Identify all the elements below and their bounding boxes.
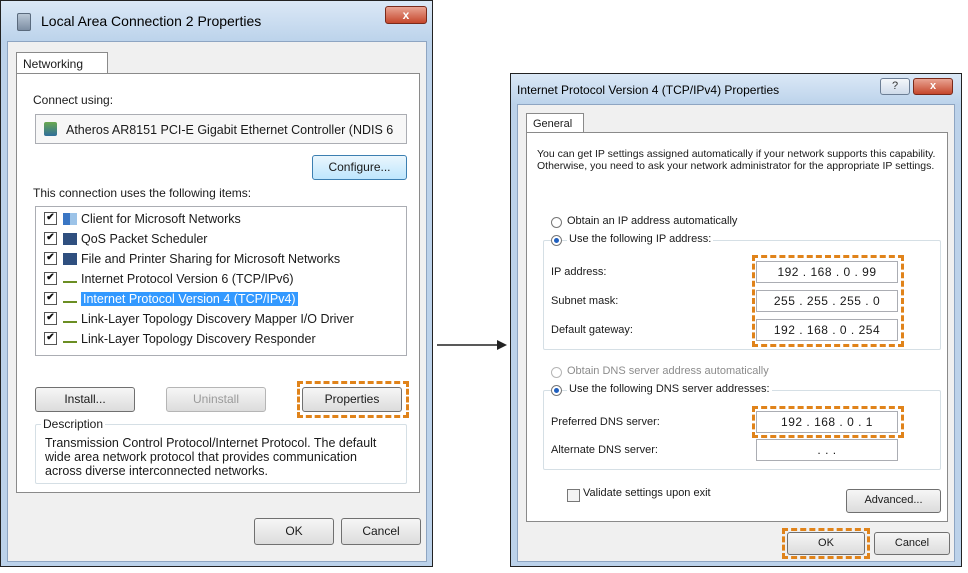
close-icon: x (929, 80, 937, 92)
tab-general[interactable]: General (526, 113, 584, 133)
protocol-icon (63, 275, 77, 283)
uninstall-button-label: Uninstall (192, 392, 240, 406)
arrow-right-icon (437, 340, 507, 350)
connect-using-label: Connect using: (33, 93, 114, 107)
list-item-client-ms-networks[interactable]: ✔ Client for Microsoft Networks (44, 212, 241, 231)
components-list[interactable]: ✔ Client for Microsoft Networks ✔ QoS Pack… (35, 206, 407, 356)
validate-label: Validate settings upon exit (583, 487, 711, 499)
alternate-dns-label: Alternate DNS server: (551, 444, 658, 456)
printer-icon (63, 232, 77, 245)
ip-address-input[interactable]: 192 . 168 . 0 . 99 (756, 261, 898, 283)
left-cancel-button[interactable]: Cancel (341, 518, 421, 545)
local-area-connection-properties-dialog: Local Area Connection 2 Properties x Net… (0, 0, 433, 567)
tab-general-label: General (533, 118, 573, 130)
use-ip-label: Use the following IP address: (567, 233, 714, 245)
list-item-label: File and Printer Sharing for Microsoft N… (81, 252, 341, 266)
left-cancel-button-label: Cancel (362, 524, 400, 538)
list-item-label: Client for Microsoft Networks (81, 212, 241, 226)
checkbox-lltd-responder[interactable]: ✔ (44, 332, 57, 346)
list-item-ipv4[interactable]: ✔ Internet Protocol Version 4 (TCP/IPv4) (44, 292, 298, 311)
items-label: This connection uses the following items… (33, 186, 252, 200)
left-ok-button[interactable]: OK (254, 518, 334, 545)
checkbox-ipv4[interactable]: ✔ (44, 292, 57, 306)
preferred-dns-label: Preferred DNS server: (551, 416, 660, 428)
left-ok-button-label: OK (285, 524, 303, 538)
properties-button[interactable]: Properties (302, 387, 402, 412)
left-dialog-title: Local Area Connection 2 Properties (41, 13, 262, 29)
configure-button-label: Configure... (328, 160, 391, 174)
obtain-ip-auto-radio[interactable] (551, 217, 562, 228)
adapter-name: Atheros AR8151 PCI-E Gigabit Ethernet Co… (66, 123, 394, 137)
preferred-dns-input[interactable]: 192 . 168 . 0 . 1 (756, 411, 898, 433)
general-panel: You can get IP settings assigned automat… (526, 132, 948, 522)
close-icon: x (402, 8, 410, 22)
list-item-qos-scheduler[interactable]: ✔ QoS Packet Scheduler (44, 232, 207, 251)
tab-networking-label: Networking (23, 57, 84, 71)
checkbox-lltd-mapper[interactable]: ✔ (44, 312, 57, 326)
right-cancel-button-label: Cancel (894, 537, 930, 549)
checkbox-qos-scheduler[interactable]: ✔ (44, 232, 57, 246)
right-client-area: General You can get IP settings assigned… (517, 104, 955, 562)
obtain-dns-auto-radio[interactable] (551, 367, 562, 378)
description-label: Description (41, 417, 106, 431)
install-button[interactable]: Install... (35, 387, 135, 412)
intro-text: You can get IP settings assigned automat… (537, 148, 936, 172)
network-adapter-icon (17, 13, 31, 31)
alternate-dns-input[interactable]: . . . (756, 439, 898, 461)
advanced-button-label: Advanced... (864, 494, 923, 506)
right-ok-button[interactable]: OK (787, 532, 865, 555)
use-ip-radio[interactable] (551, 235, 562, 246)
list-item-ipv6[interactable]: ✔ Internet Protocol Version 6 (TCP/IPv6) (44, 272, 294, 291)
protocol-icon (63, 335, 77, 343)
subnet-mask-input[interactable]: 255 . 255 . 255 . 0 (756, 290, 898, 312)
right-title-bar[interactable]: Internet Protocol Version 4 (TCP/IPv4) P… (511, 74, 961, 104)
right-ok-button-label: OK (818, 537, 834, 549)
ipv4-properties-dialog: Internet Protocol Version 4 (TCP/IPv4) P… (510, 73, 962, 567)
list-item-label: Link-Layer Topology Discovery Responder (81, 332, 316, 346)
checkbox-file-printer-sharing[interactable]: ✔ (44, 252, 57, 266)
list-item-label: QoS Packet Scheduler (81, 232, 208, 246)
properties-button-label: Properties (324, 392, 380, 406)
checkbox-ipv6[interactable]: ✔ (44, 272, 57, 286)
adapter-field: Atheros AR8151 PCI-E Gigabit Ethernet Co… (35, 114, 407, 144)
default-gateway-label: Default gateway: (551, 324, 633, 336)
list-item-lltd-responder[interactable]: ✔ Link-Layer Topology Discovery Responder (44, 332, 316, 351)
validate-checkbox[interactable] (567, 489, 580, 502)
uninstall-button[interactable]: Uninstall (166, 387, 266, 412)
advanced-button[interactable]: Advanced... (846, 489, 941, 513)
tab-networking[interactable]: Networking (16, 52, 108, 74)
help-icon: ? (891, 80, 899, 92)
use-dns-label: Use the following DNS server addresses: (567, 383, 772, 395)
right-dialog-title: Internet Protocol Version 4 (TCP/IPv4) P… (517, 83, 780, 97)
left-title-bar[interactable]: Local Area Connection 2 Properties x (1, 1, 432, 41)
configure-button[interactable]: Configure... (312, 155, 407, 180)
description-text: Transmission Control Protocol/Internet P… (45, 436, 377, 478)
printer-icon (63, 252, 77, 265)
adapter-icon (44, 122, 57, 136)
protocol-icon (63, 315, 77, 323)
ip-address-label: IP address: (551, 266, 607, 278)
networking-panel: Connect using: Atheros AR8151 PCI-E Giga… (16, 73, 420, 493)
checkbox-client-ms-networks[interactable]: ✔ (44, 212, 57, 226)
left-client-area: Networking Connect using: Atheros AR8151… (7, 41, 427, 562)
list-item-label: Link-Layer Topology Discovery Mapper I/O… (81, 312, 354, 326)
list-item-lltd-mapper[interactable]: ✔ Link-Layer Topology Discovery Mapper I/… (44, 312, 354, 331)
network-client-icon (63, 212, 77, 225)
subnet-mask-label: Subnet mask: (551, 295, 619, 307)
obtain-dns-auto-label: Obtain DNS server address automatically (567, 365, 769, 377)
list-item-label-selected: Internet Protocol Version 4 (TCP/IPv4) (81, 292, 298, 306)
left-close-button[interactable]: x (385, 6, 427, 24)
list-item-file-printer-sharing[interactable]: ✔ File and Printer Sharing for Microsoft … (44, 252, 340, 271)
install-button-label: Install... (64, 392, 106, 406)
right-close-button[interactable]: x (913, 78, 953, 95)
default-gateway-input[interactable]: 192 . 168 . 0 . 254 (756, 319, 898, 341)
obtain-ip-auto-label: Obtain an IP address automatically (567, 215, 738, 227)
use-dns-radio[interactable] (551, 385, 562, 396)
list-item-label: Internet Protocol Version 6 (TCP/IPv6) (81, 272, 294, 286)
right-cancel-button[interactable]: Cancel (874, 532, 950, 555)
protocol-icon (63, 295, 77, 303)
help-button[interactable]: ? (880, 78, 910, 95)
